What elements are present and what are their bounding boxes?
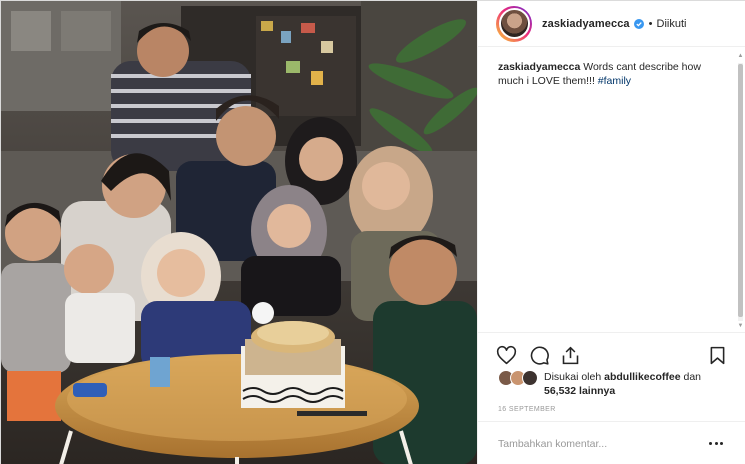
likes-text: Disukai oleh abdullikecoffee dan 56,532 … [544,370,744,398]
liker-avatars[interactable] [498,370,542,388]
comment-input[interactable] [498,437,688,450]
verified-badge-icon [633,18,644,29]
likes-suffix[interactable]: lainnya [579,385,615,397]
likes-count[interactable]: 56,532 [544,385,576,397]
comment-box [478,421,745,464]
scroll-down-icon[interactable]: ▼ [737,323,744,330]
share-icon[interactable] [560,345,581,366]
post-photo[interactable] [1,1,477,464]
scroll-up-icon[interactable]: ▲ [737,53,744,60]
likes-summary: Disukai oleh abdullikecoffee dan 56,532 … [498,370,744,398]
post-side-panel: zaskiadyamecca • Diikuti zaskiadyamecca … [477,1,745,464]
post-header: zaskiadyamecca • Diikuti [478,1,745,47]
post-caption: zaskiadyamecca Words cant describe how m… [498,60,728,88]
header-separator: • [648,17,653,30]
header-username[interactable]: zaskiadyamecca [542,18,630,30]
comments-scrollbar[interactable]: ▲ ▼ [737,53,744,331]
likes-prefix: Disukai oleh [544,371,602,383]
liker-avatar[interactable] [522,370,538,386]
more-options-icon[interactable] [709,442,723,446]
comment-icon[interactable] [529,345,550,366]
bookmark-icon[interactable] [707,345,728,366]
caption-hashtag[interactable]: #family [598,75,631,87]
heart-icon[interactable] [496,345,517,366]
post-date[interactable]: 16 SEPTEMBER [498,406,556,413]
follow-status-button[interactable]: Diikuti [657,18,687,30]
caption-username[interactable]: zaskiadyamecca [498,61,580,73]
family-photo-illustration [1,1,477,464]
liker-username[interactable]: abdullikecoffee [604,371,680,383]
likes-conjunction: dan [683,371,702,383]
story-ring[interactable] [496,5,532,42]
scrollbar-thumb[interactable] [738,64,743,317]
avatar[interactable] [498,8,530,39]
instagram-post-frame: zaskiadyamecca • Diikuti zaskiadyamecca … [0,0,745,464]
